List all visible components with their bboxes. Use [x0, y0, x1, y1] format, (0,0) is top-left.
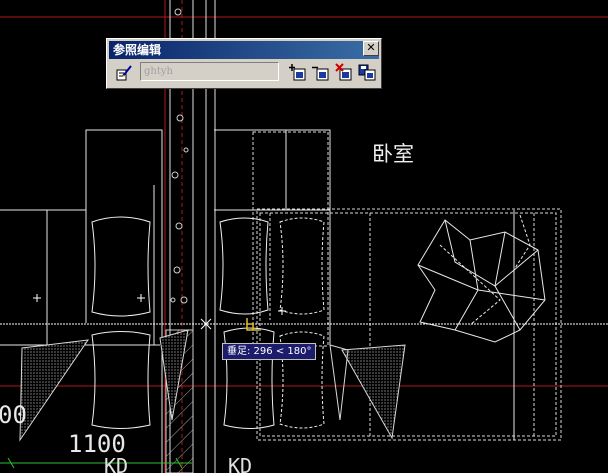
block-label-2: KD [228, 454, 252, 473]
toolbar-title-bar[interactable]: 参照编辑 [109, 41, 379, 59]
reference-edit-toolbar[interactable]: 参照编辑 ✕ ghtyh [106, 38, 382, 89]
toolbar-title: 参照编辑 [113, 43, 162, 57]
dimension-line [0, 457, 192, 469]
add-to-workset-icon[interactable] [289, 63, 307, 81]
reference-name-value: ghtyh [144, 66, 173, 77]
remove-from-workset-icon[interactable] [312, 63, 330, 81]
snap-tooltip-text: 垂足: 296 < 180° [227, 346, 312, 357]
close-button[interactable]: ✕ [363, 41, 379, 56]
hatched-wedges [19, 329, 406, 442]
edit-reference-icon[interactable] [115, 64, 133, 82]
close-icon: ✕ [366, 41, 376, 54]
bed-pillows [91, 216, 325, 429]
reference-name-field[interactable]: ghtyh [140, 62, 279, 81]
dimension-left-partial: 00 [0, 401, 27, 429]
block-label-1: KD [104, 454, 128, 473]
bedding-sketch [417, 214, 546, 343]
save-changes-icon[interactable] [358, 63, 376, 81]
room-label: 卧室 [372, 142, 414, 166]
reference-region-dashed [252, 131, 562, 441]
snap-tooltip: 垂足: 296 < 180° [222, 343, 317, 360]
discard-changes-icon[interactable] [335, 63, 353, 81]
